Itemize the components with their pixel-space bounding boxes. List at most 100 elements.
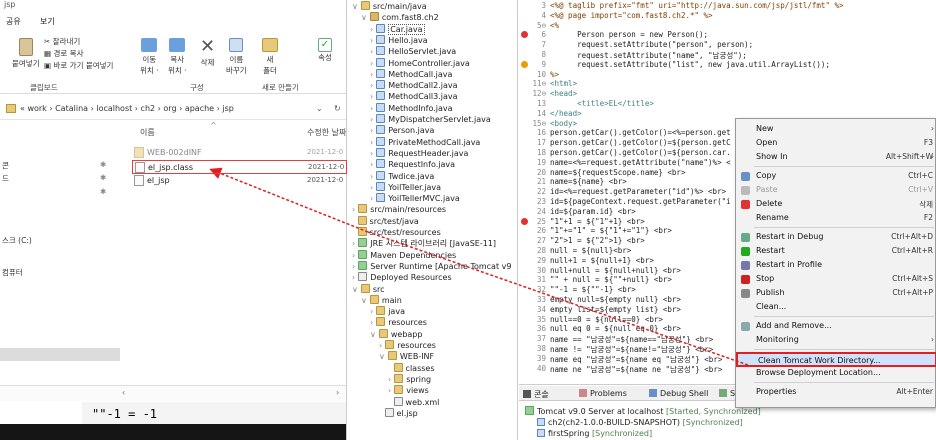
breadcrumb-item[interactable]: work [27,104,49,113]
tree-twistie-icon[interactable]: › [370,149,373,158]
tree-twistie-icon[interactable]: ∨ [370,330,376,339]
copy-path-button[interactable]: ▦ 경로 복사 [44,48,83,59]
menu-item-delete[interactable]: Delete 삭제 [736,197,936,212]
tree-twistie-icon[interactable]: › [370,138,373,147]
breadcrumb-item[interactable]: localhost [96,104,134,113]
tree-item[interactable]: › resources [379,340,436,352]
tree-twistie-icon[interactable] [352,228,355,237]
breadcrumb-item[interactable]: Catalina [55,104,91,113]
menu-item-show-in[interactable]: Show In Alt+Shift+W › [736,150,936,165]
file-row[interactable]: el_jsp.class 2021-12-0 [132,160,347,174]
code-line[interactable]: name=${name} <br> [550,177,627,186]
nav-item[interactable]: 컴퓨터 [2,267,23,278]
address-bar[interactable]: « work › Catalina › localhost › ch2 › or… [0,100,346,120]
tree-item[interactable]: › Twdice.java [370,170,434,183]
tree-twistie-icon[interactable]: › [370,47,373,56]
code-line[interactable]: "1"+1 = ${"1"+1} <br> [550,217,645,226]
menu-item-add-and-remove[interactable]: Add and Remove... [736,319,936,334]
tree-twistie-icon[interactable]: › [388,386,391,395]
menu-item-browse-deployment-location[interactable]: Browse Deployment Location... [736,366,936,381]
tree-twistie-icon[interactable]: › [370,104,373,113]
tree-item[interactable]: › java [370,306,405,318]
code-line[interactable]: null+null = ${null+null} <br> [550,266,681,275]
module-row[interactable]: firstSpring [Synchronized] [537,429,652,438]
code-line[interactable]: "1"+="1" = ${"1"+="1"} <br> [550,226,672,235]
tree-item[interactable]: › YoilTeller.java [370,181,441,194]
tree-twistie-icon[interactable]: › [370,172,373,181]
nav-selected-item[interactable] [0,348,120,361]
tree-item[interactable]: src/test/java [352,215,419,228]
pin-icon[interactable]: ✱ [100,160,106,169]
code-line[interactable]: <title>EL</title> [550,99,654,108]
tree-item[interactable]: › MethodCall.java [370,68,452,81]
code-line[interactable]: <head> [550,89,577,98]
code-line[interactable]: <html> [550,79,577,88]
tree-twistie-icon[interactable]: › [352,239,355,248]
menu-item-restart-in-debug[interactable]: Restart in Debug Ctrl+Alt+D [736,230,936,245]
tree-item[interactable]: › MethodInfo.java [370,102,453,115]
code-line[interactable]: null eq 0 = ${null eq 0} <br> [550,324,681,333]
code-line[interactable]: </head> [550,109,582,118]
code-line[interactable]: <%@ taglib prefix="fmt" uri="http://java… [550,1,844,10]
tree-item[interactable]: › HelloServlet.java [370,46,456,58]
tree-twistie-icon[interactable]: › [370,70,373,79]
view-tab[interactable]: Problems [579,389,627,398]
view-tab[interactable]: Debug Shell [649,389,708,398]
pin-icon[interactable]: ✱ [100,187,106,196]
tree-item[interactable]: › Maven Dependencies [352,249,456,262]
server-row[interactable]: Tomcat v9.0 Server at localhost [Started… [525,406,761,416]
code-line[interactable]: "" + null = ${""+null} <br> [550,275,672,284]
tree-item[interactable]: › PrivateMethodCall.java [370,136,480,149]
tree-twistie-icon[interactable]: ∨ [361,296,367,305]
refresh-icon[interactable]: ↻ [334,104,341,113]
tree-item[interactable]: › resources [370,317,427,329]
tree-twistie-icon[interactable]: › [370,194,373,203]
breadcrumb-item[interactable]: jsp [222,104,233,113]
code-line[interactable]: %> [550,70,559,79]
tree-twistie-icon[interactable]: › [370,115,373,124]
tree-item[interactable]: › Deployed Resources [352,272,452,284]
code-line[interactable]: empty list=${empty list} <br> [550,305,681,314]
code-line[interactable]: empty null=${empty null} <br> [550,295,681,304]
tree-twistie-icon[interactable]: › [370,160,373,169]
breadcrumb-item[interactable]: ch2 [141,104,158,113]
tree-twistie-icon[interactable]: › [370,126,373,135]
paste-button[interactable]: 붙여넣기 [12,38,40,69]
menu-item-monitoring[interactable]: Monitoring › [736,333,936,348]
code-line[interactable]: person.getCar().getColor()=${person.getC [550,138,731,147]
menu-item-restart[interactable]: Restart Ctrl+Alt+R [736,244,936,259]
code-line[interactable]: name=${requestScope.name} <br> [550,168,685,177]
tree-item[interactable]: › MethodCall3.java [370,91,458,103]
code-line[interactable]: Person person = new Person(); [550,30,708,39]
code-line[interactable]: ""-1 = ${""-1} <br> [550,285,636,294]
tree-twistie-icon[interactable]: › [388,375,391,384]
tree-item[interactable]: › src/main/resources [352,204,446,216]
tree-item[interactable]: › Server Runtime [Apache Tomcat v9 [352,260,511,273]
tree-item[interactable]: ∨ webapp [370,328,422,341]
code-line[interactable]: <%@ page import="com.fast8.ch2.*" %> [550,11,713,20]
menu-item-rename[interactable]: Rename F2 [736,211,936,226]
tree-twistie-icon[interactable]: › [370,92,373,101]
scroll-left-icon[interactable]: ‹ [122,388,125,397]
menu-item-clean[interactable]: Clean... [736,300,936,315]
tree-item[interactable]: › Person.java [370,125,434,137]
pin-icon[interactable]: ✱ [100,173,106,182]
tree-twistie-icon[interactable]: ∨ [352,285,358,294]
column-modified[interactable]: 수정한 날짜 [307,127,346,138]
tree-item[interactable]: › MyDispatcherServlet.java [370,114,491,126]
code-line[interactable]: id=${param.id} <br> [550,207,636,216]
menu-item-properties[interactable]: Properties Alt+Enter [736,385,936,400]
nav-item[interactable]: 드 [2,173,9,184]
code-line[interactable]: request.setAttribute("person", person); [550,40,753,49]
delete-button[interactable]: ✕ 삭제 [200,36,215,68]
tree-twistie-icon[interactable]: › [352,262,355,271]
code-line[interactable]: "2">1 = ${"2">1} <br> [550,236,645,245]
tree-twistie-icon[interactable] [379,409,382,418]
tree-item[interactable]: web.xml [388,396,439,409]
tree-twistie-icon[interactable]: › [379,341,382,350]
menu-item-stop[interactable]: Stop Ctrl+Alt+S [736,272,936,287]
menu-item-copy[interactable]: Copy Ctrl+C [736,169,936,184]
tree-twistie-icon[interactable]: › [370,36,373,45]
code-line[interactable]: null = ${null}<br> [550,246,631,255]
code-line[interactable]: request.setAttribute("list", new java.ut… [550,60,830,69]
